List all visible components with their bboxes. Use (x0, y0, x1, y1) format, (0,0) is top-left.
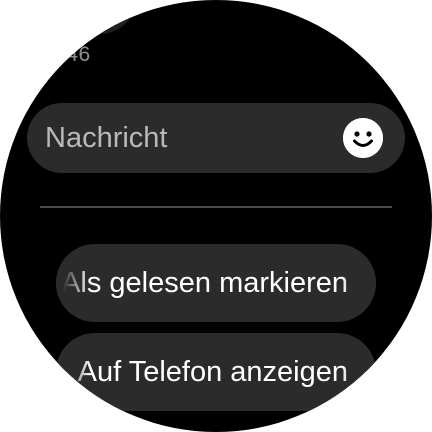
message-timestamp: :46 (60, 43, 91, 66)
message-input-placeholder: Nachricht (45, 122, 168, 154)
previous-message-bubble[interactable] (40, 0, 136, 34)
emoji-button[interactable] (343, 118, 383, 158)
show-on-phone-button[interactable]: Auf Telefon anzeigen (56, 333, 376, 411)
smiley-face-icon (343, 118, 383, 158)
message-input[interactable]: Nachricht (27, 103, 405, 173)
mark-as-read-label: Als gelesen markieren (61, 267, 348, 299)
show-on-phone-label: Auf Telefon anzeigen (77, 356, 348, 388)
divider (40, 206, 392, 208)
watch-screen: :46 Nachricht Als gelesen markieren Auf … (0, 0, 432, 432)
mark-as-read-button[interactable]: Als gelesen markieren (56, 244, 376, 322)
